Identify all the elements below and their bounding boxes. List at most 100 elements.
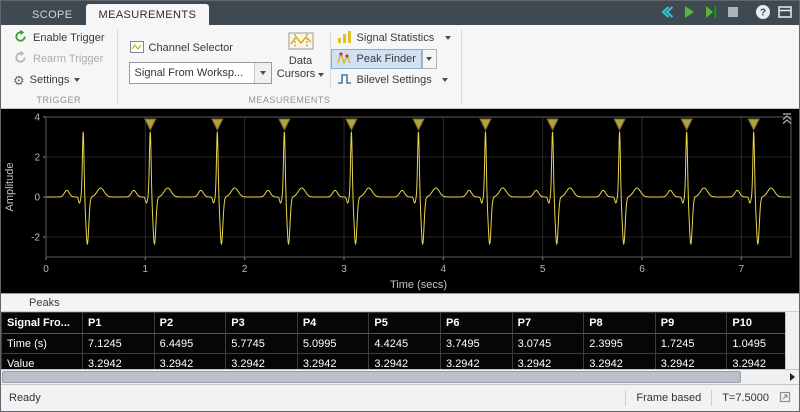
channel-selector-button[interactable]: Channel Selector (124, 38, 272, 58)
status-sim-time: T=7.5000 (722, 392, 769, 404)
tab-scope[interactable]: SCOPE (19, 4, 86, 25)
peaks-column-header[interactable]: Signal Fro... (2, 313, 83, 334)
svg-text:3: 3 (341, 264, 347, 275)
measurements-section-label: MEASUREMENTS (118, 94, 462, 108)
signal-statistics-dropdown[interactable] (440, 28, 455, 48)
data-cursors-button[interactable]: Data Cursors (272, 28, 330, 94)
peaks-cell: 3.2942 (441, 354, 513, 370)
peaks-cell: 3.2942 (512, 354, 584, 370)
signal-statistics-icon (337, 30, 352, 47)
svg-text:5: 5 (540, 264, 546, 275)
combo-dropdown-button[interactable] (254, 63, 271, 83)
measurements-section: Channel Selector Signal From Worksp... D… (118, 25, 462, 108)
peaks-cell: 3.2942 (584, 354, 656, 370)
scroll-right-button[interactable] (785, 370, 799, 384)
layout-button[interactable] (774, 2, 796, 24)
peaks-row-label: Time (s) (2, 334, 83, 354)
peaks-column-header[interactable]: P8 (584, 313, 656, 334)
peaks-cell: 3.2942 (297, 354, 369, 370)
status-divider (625, 390, 626, 406)
svg-text:4: 4 (34, 113, 40, 124)
layout-icon (777, 4, 793, 23)
svg-text:4: 4 (441, 264, 447, 275)
quick-access-toolbar: ? (656, 1, 796, 25)
channel-selector-icon (130, 41, 144, 56)
signal-statistics-label: Signal Statistics (357, 32, 435, 44)
signal-statistics-button[interactable]: Signal Statistics (331, 28, 441, 48)
peaks-data-row: Time (s)7.12456.44955.77455.09954.42453.… (2, 334, 799, 354)
bilevel-settings-label: Bilevel Settings (357, 74, 432, 86)
peaks-cell: 4.4245 (369, 334, 441, 354)
scope-plot-area[interactable]: 01234567-2024Time (secs)Amplitude (1, 109, 799, 293)
svg-text:0: 0 (34, 193, 40, 204)
svg-text:7: 7 (739, 264, 745, 275)
peak-finder-dropdown[interactable] (422, 49, 437, 69)
chevron-down-icon (442, 78, 448, 82)
data-cursors-label-line1: Data (289, 55, 312, 68)
peaks-column-header[interactable]: P4 (297, 313, 369, 334)
enable-trigger-label: Enable Trigger (33, 32, 105, 44)
stop-button[interactable] (722, 2, 744, 24)
gear-icon: ⚙ (13, 74, 25, 87)
peaks-cell: 5.7745 (226, 334, 298, 354)
peaks-column-header[interactable]: P3 (226, 313, 298, 334)
highlight-simulink-block-icon (659, 4, 675, 23)
trigger-section-label: TRIGGER (1, 94, 117, 108)
channel-source-select[interactable]: Signal From Worksp... (129, 62, 272, 84)
status-divider (711, 390, 712, 406)
bilevel-settings-icon (337, 72, 352, 89)
trigger-settings-label: Settings (30, 74, 70, 86)
dock-button[interactable] (779, 391, 791, 406)
peaks-row-label: Value (2, 354, 83, 370)
peak-finder-button[interactable]: Peak Finder (331, 49, 422, 69)
peaks-table-zone: Signal Fro...P1P2P3P4P5P6P7P8P9P10Time (… (1, 312, 799, 369)
tab-measurements[interactable]: MEASUREMENTS (86, 4, 210, 25)
run-icon (681, 4, 697, 23)
rearm-trigger-button[interactable]: Rearm Trigger (7, 49, 111, 69)
peaks-cell: 3.2942 (226, 354, 298, 370)
peaks-cell: 3.2942 (154, 354, 226, 370)
horizontal-scrollbar-thumb[interactable] (2, 371, 741, 383)
svg-text:2: 2 (242, 264, 248, 275)
measurement-tools-column: Signal Statistics Peak Finder (331, 28, 456, 94)
peaks-cell: 7.1245 (83, 334, 155, 354)
peaks-column-header[interactable]: P6 (441, 313, 513, 334)
peaks-cell: 3.7495 (441, 334, 513, 354)
peaks-column-header[interactable]: P7 (512, 313, 584, 334)
help-button[interactable]: ? (752, 2, 774, 24)
horizontal-scrollbar[interactable] (1, 369, 799, 384)
run-button[interactable] (678, 2, 700, 24)
peak-finder-label: Peak Finder (357, 53, 416, 65)
vertical-scrollbar[interactable] (785, 312, 799, 369)
highlight-simulink-block-button[interactable] (656, 2, 678, 24)
peaks-column-header[interactable]: P1 (83, 313, 155, 334)
peaks-panel: Peaks Signal Fro...P1P2P3P4P5P6P7P8P9P10… (1, 293, 799, 384)
svg-text:6: 6 (639, 264, 645, 275)
bilevel-settings-button[interactable]: Bilevel Settings (331, 70, 438, 90)
trigger-section: Enable Trigger Rearm Trigger ⚙ Settings … (1, 25, 117, 108)
peaks-column-header[interactable]: P2 (154, 313, 226, 334)
svg-text:1: 1 (143, 264, 149, 275)
step-forward-button[interactable] (700, 2, 722, 24)
chevron-down-icon (260, 71, 266, 75)
peaks-column-header[interactable]: P9 (655, 313, 727, 334)
peaks-column-header[interactable]: P5 (369, 313, 441, 334)
tab-group: SCOPE MEASUREMENTS (1, 1, 209, 25)
peaks-cell: 1.7245 (655, 334, 727, 354)
rearm-trigger-icon (13, 50, 28, 68)
data-cursors-label-line2: Cursors (277, 68, 316, 81)
collapse-toolstrip-button[interactable] (780, 112, 794, 127)
peaks-cell: 3.0745 (512, 334, 584, 354)
svg-text:2: 2 (34, 153, 40, 164)
svg-text:-2: -2 (31, 233, 40, 244)
enable-trigger-button[interactable]: Enable Trigger (7, 28, 111, 48)
peaks-cell: 2.3995 (584, 334, 656, 354)
channel-source-value: Signal From Worksp... (130, 67, 254, 79)
status-frame-mode: Frame based (636, 392, 701, 404)
dock-icon (779, 391, 791, 406)
bilevel-settings-dropdown[interactable] (438, 70, 453, 90)
trigger-settings-button[interactable]: ⚙ Settings (7, 70, 111, 90)
scroll-right-icon (790, 373, 795, 381)
peaks-panel-title: Peaks (1, 294, 799, 312)
peaks-table: Signal Fro...P1P2P3P4P5P6P7P8P9P10Time (… (1, 312, 799, 369)
